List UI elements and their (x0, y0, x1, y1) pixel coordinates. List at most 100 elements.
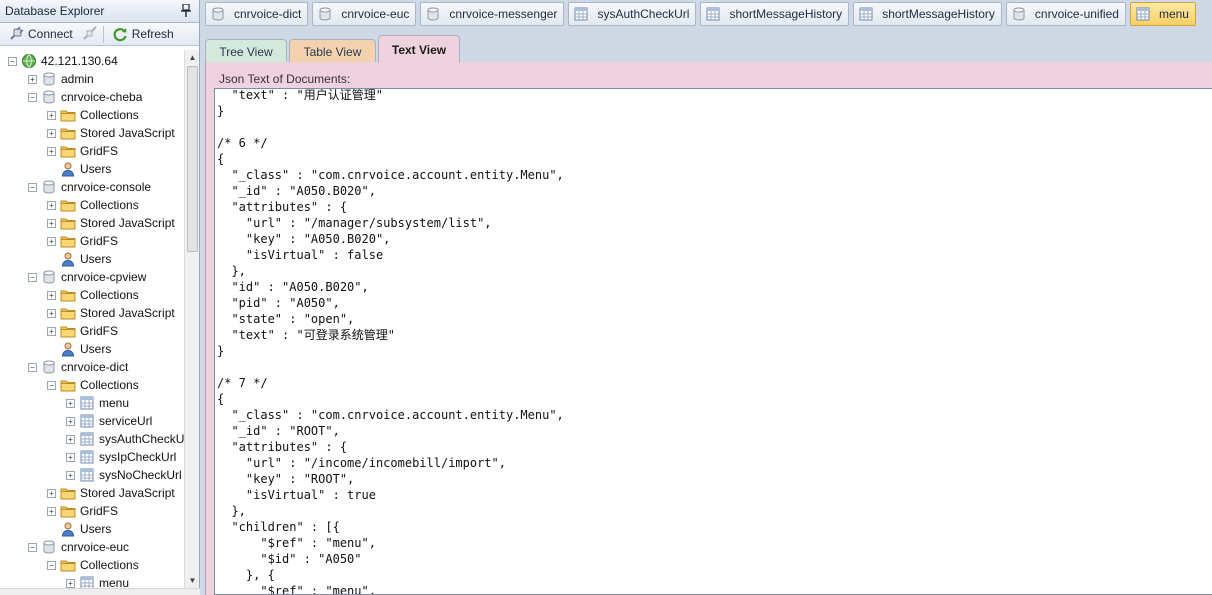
connect-button[interactable]: Connect (4, 25, 77, 44)
collapse-icon[interactable]: − (8, 56, 17, 66)
folder-icon (60, 560, 76, 572)
document-tab[interactable]: menu (1129, 2, 1196, 26)
expand-icon[interactable]: + (66, 470, 75, 480)
document-tab[interactable]: shortMessageHistory (853, 2, 1002, 26)
tree-node-label: Collections (80, 558, 139, 572)
tree-node[interactable]: + Collections (47, 286, 139, 304)
expand-icon[interactable]: + (66, 416, 75, 426)
collapse-icon[interactable]: − (28, 542, 37, 552)
tree-node[interactable]: − cnrvoice-euc (28, 538, 129, 556)
refresh-icon (113, 28, 127, 42)
collapse-icon[interactable]: − (47, 560, 56, 570)
tree-node[interactable]: + serviceUrl (66, 412, 152, 430)
connect-icon (10, 26, 24, 40)
folder-icon (60, 326, 76, 338)
expand-icon[interactable]: + (47, 128, 56, 138)
json-line: { (217, 392, 225, 406)
collapse-icon[interactable]: − (47, 380, 56, 390)
tree-node-label: cnrvoice-cheba (61, 90, 143, 104)
tree-node-label: 42.121.130.64 (41, 54, 118, 68)
tree-node[interactable]: − cnrvoice-cheba (28, 88, 142, 106)
document-tab[interactable]: shortMessageHistory (700, 2, 850, 26)
tree-node[interactable]: − Collections (47, 556, 139, 574)
json-line: "$ref" : "menu", (217, 584, 376, 595)
pin-icon[interactable] (181, 4, 191, 17)
tree-node-label: Collections (80, 288, 139, 302)
expand-icon[interactable]: + (66, 452, 75, 462)
collapse-icon[interactable]: − (28, 362, 37, 372)
scroll-up-arrow-icon[interactable]: ▲ (185, 50, 200, 65)
tree-node[interactable]: − Collections (47, 376, 139, 394)
expand-icon[interactable]: + (66, 578, 75, 588)
document-tab[interactable]: cnrvoice-unified (1005, 2, 1126, 26)
expand-icon[interactable]: + (47, 290, 56, 300)
tree-node[interactable]: + GridFS (47, 142, 118, 160)
collapse-icon[interactable]: − (28, 272, 37, 282)
tree-node[interactable]: − cnrvoice-console (28, 178, 151, 196)
expand-icon[interactable]: + (47, 506, 56, 516)
tree-node[interactable]: + menu (66, 574, 129, 588)
document-tab[interactable]: cnrvoice-euc (312, 2, 417, 26)
expand-icon[interactable]: + (28, 74, 37, 84)
tree-node[interactable]: + Collections (47, 106, 139, 124)
tree-node[interactable]: − cnrvoice-cpview (28, 268, 146, 286)
tree-node[interactable]: − 42.121.130.64 (8, 52, 118, 70)
view-tab[interactable]: Text View (378, 35, 460, 63)
expand-icon[interactable]: + (47, 488, 56, 498)
json-line: "attributes" : { (217, 440, 348, 454)
expand-icon[interactable]: + (47, 146, 56, 156)
tree-node-label: serviceUrl (99, 414, 153, 428)
json-text-area[interactable]: "text" : "用户认证管理"} /* 6 */ { "_class" : "c… (214, 88, 1212, 595)
expand-icon[interactable]: + (47, 110, 56, 120)
document-tab-label: menu (1158, 7, 1189, 21)
tree-node[interactable]: Users (47, 250, 111, 268)
tree-node[interactable]: + menu (66, 394, 129, 412)
tree-node[interactable]: Users (47, 340, 111, 358)
expand-icon[interactable]: + (47, 326, 56, 336)
tree-node[interactable]: + sysAuthCheckU (66, 430, 184, 448)
expand-icon[interactable]: + (66, 398, 75, 408)
expand-icon[interactable]: + (47, 236, 56, 246)
tree-horizontal-scrollbar[interactable] (0, 588, 200, 595)
refresh-button[interactable]: Refresh (108, 25, 178, 44)
tree-node[interactable]: Users (47, 520, 111, 538)
expand-icon[interactable]: + (47, 200, 56, 210)
view-tab-label: Table View (303, 44, 362, 59)
document-tab[interactable]: cnrvoice-messenger (420, 2, 565, 26)
database-tree: − 42.121.130.64 + admin − cnrvoice-cheba + Coll… (0, 47, 184, 588)
scroll-down-arrow-icon[interactable]: ▼ (185, 573, 200, 588)
tree-node[interactable]: + sysNoCheckUrl (66, 466, 182, 484)
view-tabs: Tree View Table View Text View (205, 35, 1212, 63)
document-tab[interactable]: sysAuthCheckUrl (568, 2, 697, 26)
table-icon (80, 450, 94, 464)
tree-node[interactable]: + Stored JavaScript (47, 214, 175, 232)
tree-node-label: Stored JavaScript (80, 306, 175, 320)
tree-node[interactable]: Users (47, 160, 111, 178)
json-line (217, 359, 564, 375)
tree-node[interactable]: + GridFS (47, 232, 118, 250)
tree-node[interactable]: + admin (28, 70, 94, 88)
tree-vertical-scrollbar[interactable]: ▲ ▼ (184, 50, 199, 588)
view-tab[interactable]: Tree View (205, 39, 287, 63)
user-icon (61, 522, 75, 537)
expand-icon[interactable]: + (47, 218, 56, 228)
database-icon (43, 360, 55, 374)
tree-node[interactable]: + Collections (47, 196, 139, 214)
tree-node[interactable]: + GridFS (47, 502, 118, 520)
view-tab[interactable]: Table View (289, 39, 376, 63)
expand-icon[interactable]: + (66, 434, 75, 444)
tree-node[interactable]: + sysIpCheckUrl (66, 448, 176, 466)
folder-icon (60, 110, 76, 122)
tree-node[interactable]: − cnrvoice-dict (28, 358, 128, 376)
collapse-icon[interactable]: − (28, 182, 37, 192)
expand-icon[interactable]: + (47, 308, 56, 318)
scrollbar-thumb[interactable] (187, 66, 198, 252)
collapse-icon[interactable]: − (28, 92, 37, 102)
tree-node[interactable]: + GridFS (47, 322, 118, 340)
tree-node[interactable]: + Stored JavaScript (47, 304, 175, 322)
tree-node[interactable]: + Stored JavaScript (47, 124, 175, 142)
disconnect-icon[interactable] (81, 26, 99, 42)
table-icon (80, 468, 94, 482)
document-tab[interactable]: cnrvoice-dict (205, 2, 309, 26)
tree-node[interactable]: + Stored JavaScript (47, 484, 175, 502)
